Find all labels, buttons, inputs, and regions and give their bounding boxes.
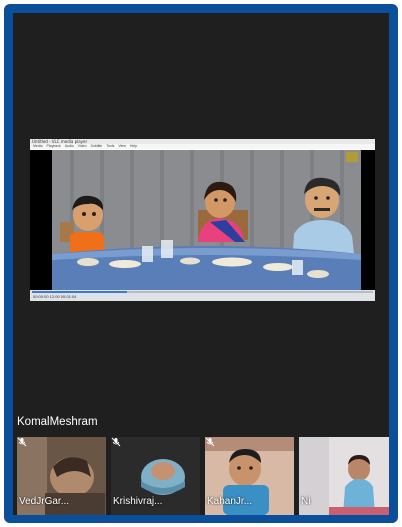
mic-muted-icon — [17, 437, 27, 447]
cartoon-scene — [30, 150, 375, 290]
player-time: 00:00:00 12:00 00:01:04 — [33, 294, 77, 299]
meeting-screen: Untitled - VLC media player Media Playba… — [13, 13, 389, 515]
participant-name: KahanJr... — [207, 496, 253, 507]
menu-item[interactable]: Media — [33, 144, 43, 148]
player-controls: 00:00:00 12:00 00:01:04 — [30, 290, 375, 301]
participant-name: Krishivraj... — [113, 496, 163, 507]
presenter-name: KomalMeshram — [17, 416, 98, 428]
participant-strip: VedJrGar... Krishivraj... KahanJr... Ni — [13, 437, 389, 515]
participant-name: VedJrGar... — [19, 496, 70, 507]
shared-window-menubar: Media Playback Audio Video Subtitle Tool… — [30, 144, 375, 149]
menu-item[interactable]: Audio — [65, 144, 74, 148]
participant-tile[interactable]: Ni — [299, 437, 389, 515]
mic-muted-icon — [205, 437, 215, 447]
menu-item[interactable]: Tools — [106, 144, 114, 148]
participant-tile[interactable]: KahanJr... — [205, 437, 294, 515]
menu-item[interactable]: Help — [130, 144, 137, 148]
menu-item[interactable]: Subtitle — [91, 144, 103, 148]
seek-bar-fill — [32, 291, 128, 293]
screen-share[interactable]: Untitled - VLC media player Media Playba… — [30, 139, 375, 301]
video-frame[interactable] — [30, 150, 375, 290]
menu-item[interactable]: View — [118, 144, 126, 148]
participant-name: Ni — [301, 496, 311, 507]
mic-muted-icon — [111, 437, 121, 447]
menu-item[interactable]: Video — [78, 144, 87, 148]
participant-video — [299, 437, 389, 515]
seek-bar[interactable] — [32, 291, 373, 293]
participant-tile[interactable]: Krishivraj... — [111, 437, 200, 515]
participant-tile[interactable]: VedJrGar... — [17, 437, 106, 515]
menu-item[interactable]: Playback — [47, 144, 61, 148]
